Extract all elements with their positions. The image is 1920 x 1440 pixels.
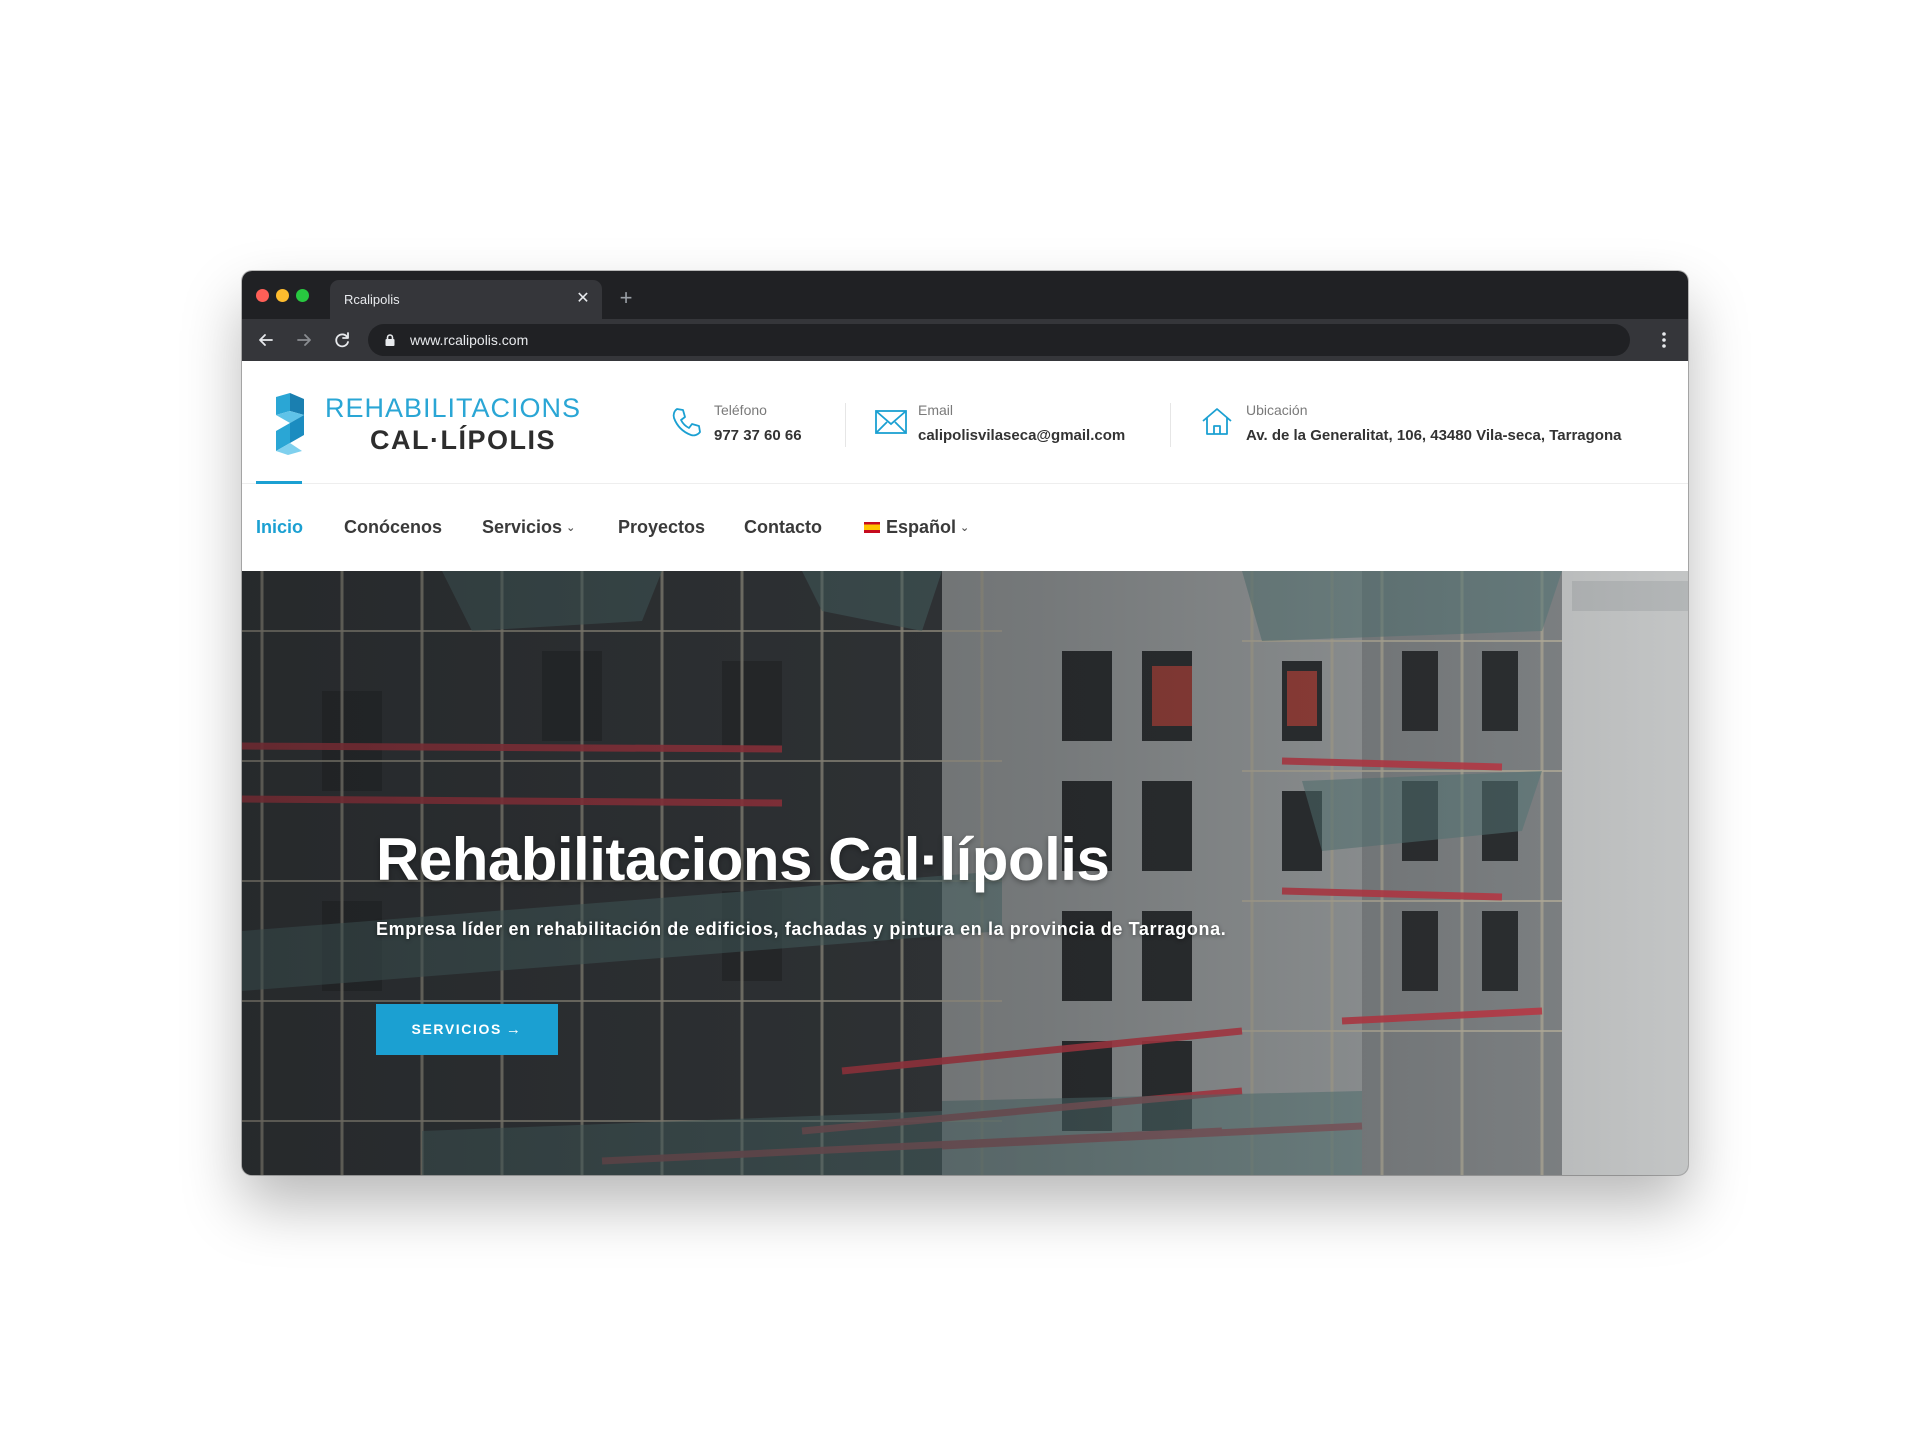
servicios-button[interactable]: SERVICIOS →	[376, 1004, 558, 1055]
active-nav-indicator	[256, 481, 302, 484]
close-icon[interactable]: ✕	[574, 290, 592, 308]
logo-text-top: REHABILITACIONS	[325, 393, 582, 423]
arrow-right-icon: →	[505, 1021, 523, 1038]
header-divider	[242, 483, 1688, 484]
browser-window: Rcalipolis ✕ + www.rcalipolis.com REHABI…	[242, 271, 1688, 1175]
phone-icon	[672, 408, 701, 437]
hero-banner: Rehabilitacions Cal·lípolis Empresa líde…	[242, 571, 1688, 1175]
email-value: calipolisvilaseca@gmail.com	[918, 427, 1126, 444]
maximize-window-button[interactable]	[296, 289, 309, 302]
new-tab-button[interactable]: +	[614, 286, 638, 310]
back-icon[interactable]	[252, 326, 280, 354]
chevron-down-icon: ⌄	[960, 522, 970, 534]
site-logo[interactable]: REHABILITACIONS CAL·LÍPOLIS	[268, 391, 582, 457]
contact-location[interactable]: Ubicación Av. de la Generalitat, 106, 43…	[1200, 399, 1680, 447]
chevron-down-icon: ⌄	[566, 522, 576, 534]
url-text: www.rcalipolis.com	[410, 332, 529, 348]
language-label: Español	[886, 517, 957, 537]
lock-icon	[384, 333, 396, 352]
nav-item-inicio[interactable]: Inicio	[256, 517, 303, 538]
home-icon	[1202, 408, 1232, 435]
location-label: Ubicación	[1246, 402, 1308, 418]
tab-title: Rcalipolis	[344, 292, 400, 307]
nav-item-proyectos[interactable]: Proyectos	[618, 517, 705, 538]
page-viewport: REHABILITACIONS CAL·LÍPOLIS Teléfono 977…	[242, 361, 1688, 1175]
envelope-icon	[875, 410, 907, 434]
contact-divider	[1170, 403, 1171, 447]
browser-tab[interactable]: Rcalipolis ✕	[330, 280, 602, 319]
servicios-button-label: SERVICIOS	[411, 1021, 502, 1037]
nav-item-contacto[interactable]: Contacto	[744, 517, 822, 538]
location-value: Av. de la Generalitat, 106, 43480 Vila-s…	[1246, 427, 1622, 444]
nav-item-servicios[interactable]: Servicios ⌄	[482, 517, 575, 538]
browser-toolbar: www.rcalipolis.com	[242, 319, 1688, 361]
phone-label: Teléfono	[714, 402, 767, 418]
minimize-window-button[interactable]	[276, 289, 289, 302]
contact-phone[interactable]: Teléfono 977 37 60 66	[670, 399, 830, 447]
contact-email[interactable]: Email calipolisvilaseca@gmail.com	[874, 399, 1154, 447]
logo-mark-icon	[276, 393, 304, 455]
address-bar[interactable]: www.rcalipolis.com	[368, 324, 1630, 356]
hero-subtitle: Empresa líder en rehabilitación de edifi…	[376, 919, 1227, 939]
contact-divider	[845, 403, 846, 447]
logo-text-bottom: CAL·LÍPOLIS	[370, 425, 556, 455]
nav-item-servicios-label: Servicios	[482, 517, 563, 537]
language-selector[interactable]: Español ⌄	[864, 517, 969, 538]
email-label: Email	[918, 402, 954, 418]
phone-value: 977 37 60 66	[714, 427, 802, 444]
close-window-button[interactable]	[256, 289, 269, 302]
spain-flag-icon	[864, 522, 880, 533]
kebab-menu-icon[interactable]	[1650, 326, 1678, 354]
browser-chrome: Rcalipolis ✕ + www.rcalipolis.com	[242, 271, 1688, 361]
nav-item-conocenos[interactable]: Conócenos	[344, 517, 442, 538]
hero-title: Rehabilitacions Cal·lípolis	[376, 826, 1110, 893]
forward-icon[interactable]	[290, 326, 318, 354]
reload-icon[interactable]	[328, 326, 356, 354]
